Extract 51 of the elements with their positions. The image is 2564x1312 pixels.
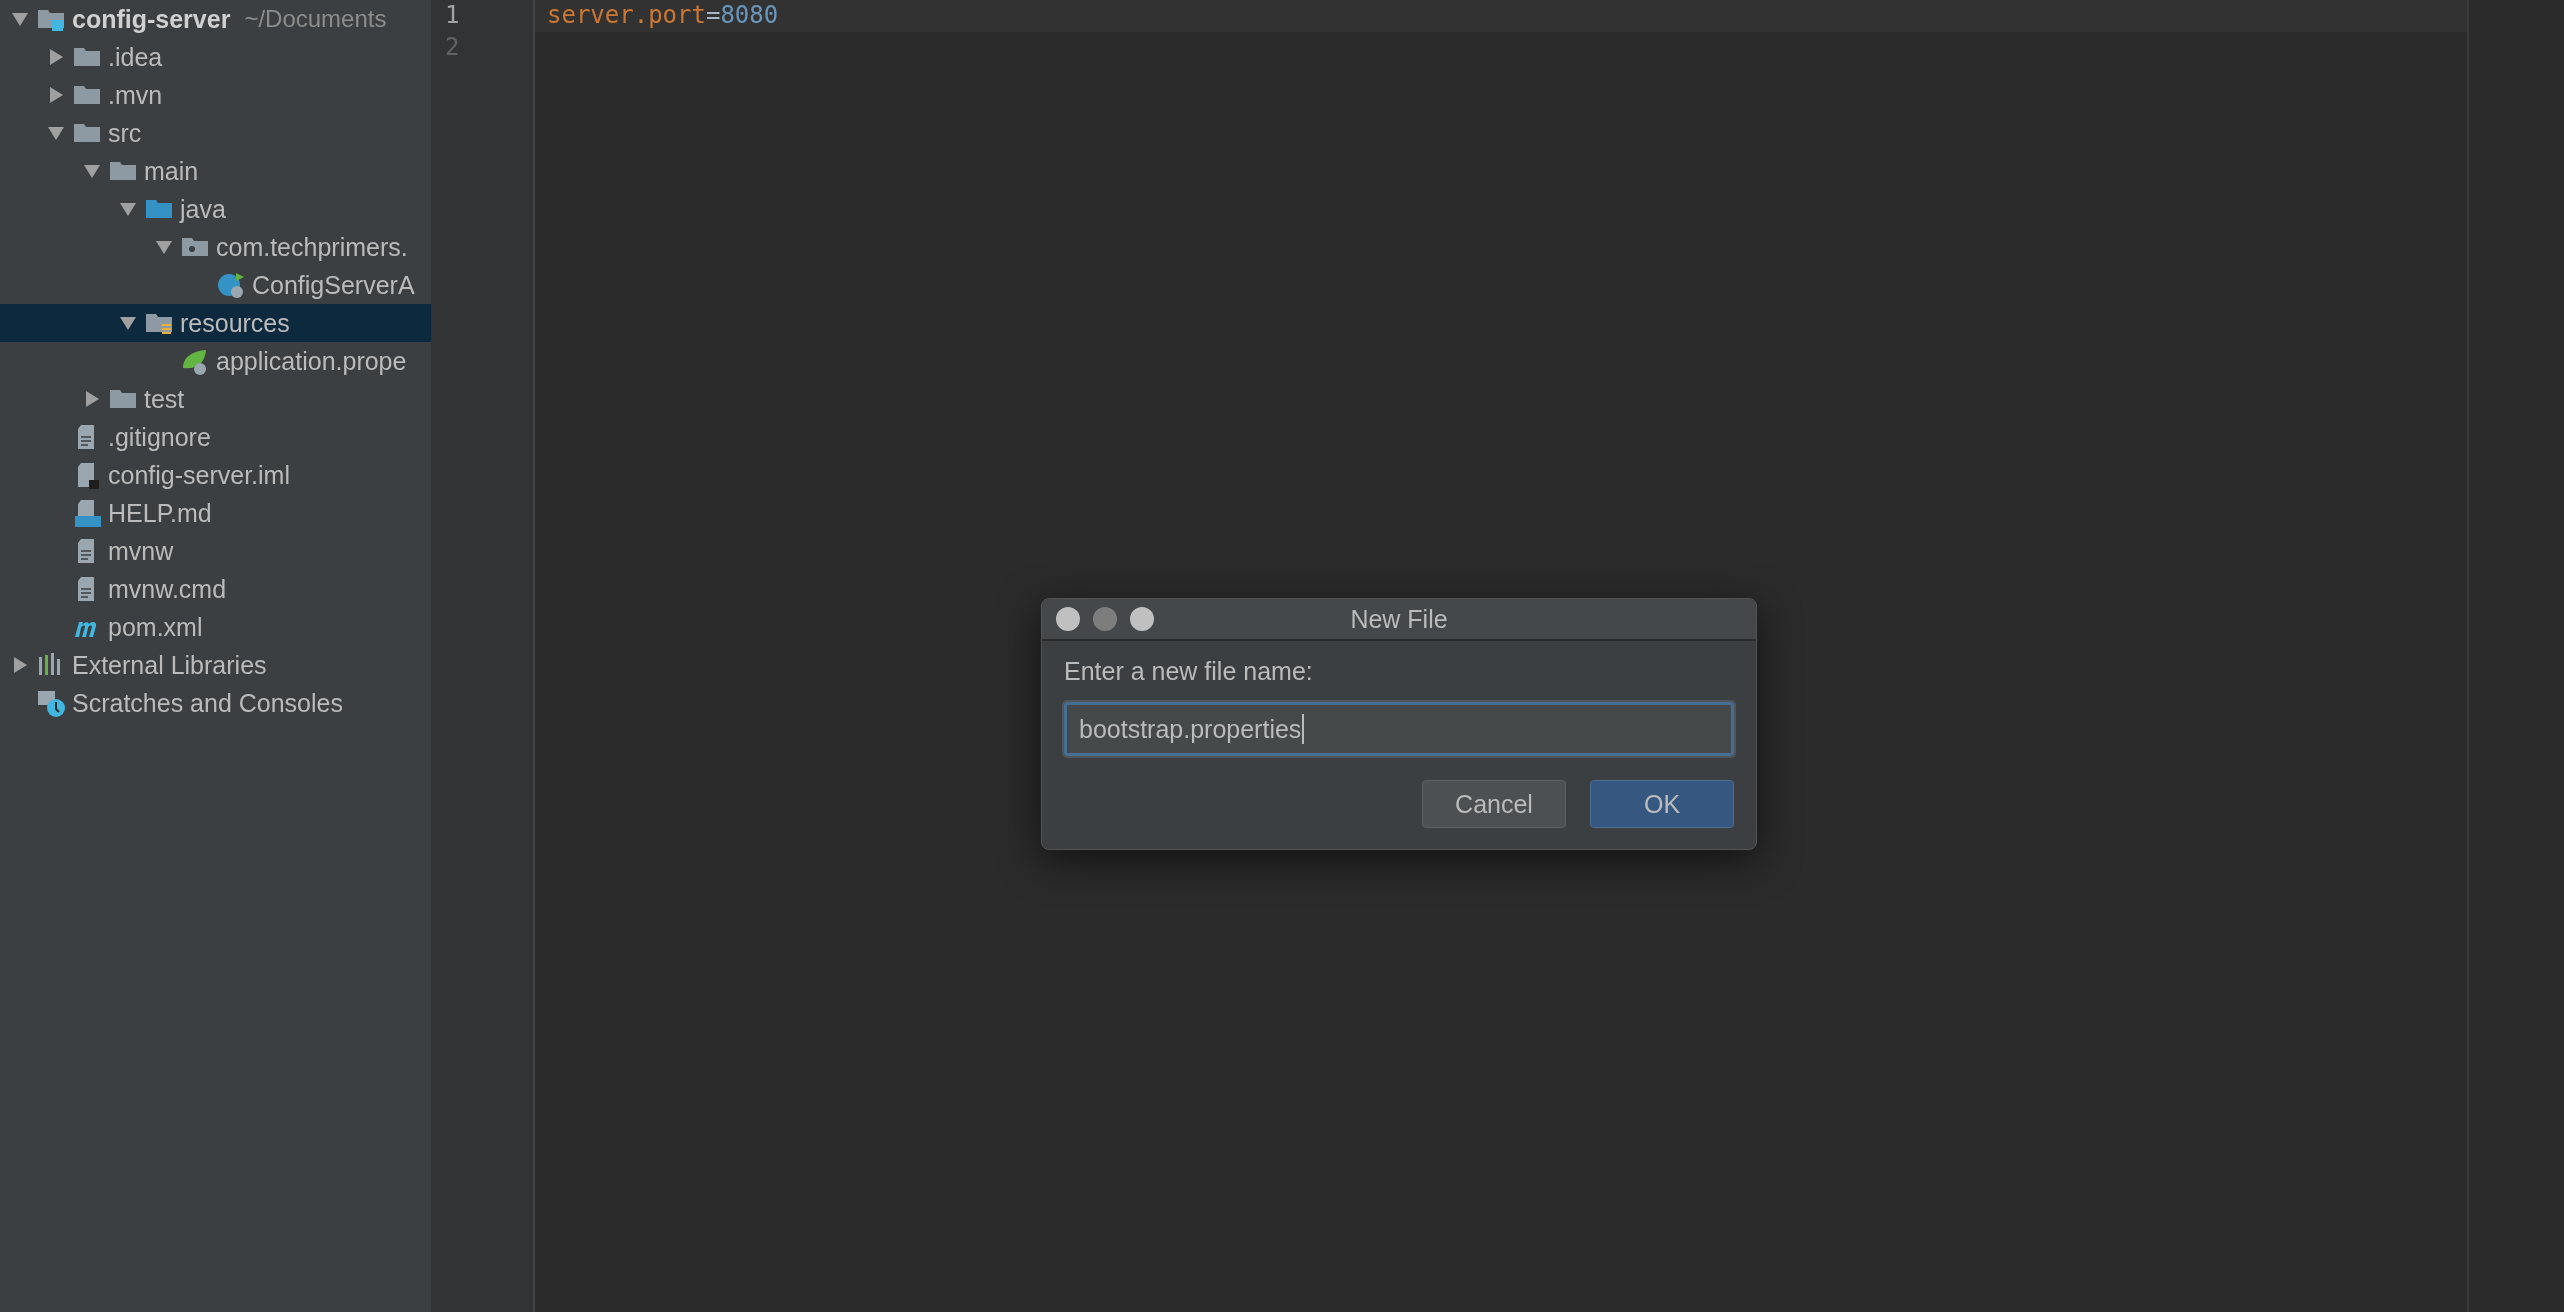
tree-item[interactable]: .gitignore [0, 418, 431, 456]
tree-item-label: Scratches and Consoles [72, 688, 343, 718]
tree-item[interactable]: src [0, 114, 431, 152]
tree-item-label: pom.xml [108, 612, 203, 642]
default-button[interactable]: OK [1590, 780, 1734, 828]
file-name-field[interactable]: bootstrap.properties [1064, 702, 1734, 756]
tree-item[interactable]: .mvn [0, 76, 431, 114]
tree-item[interactable]: External Libraries [0, 646, 431, 684]
line-number: 1 [444, 0, 461, 31]
minimize-window-icon[interactable] [1093, 607, 1117, 631]
prompt-label: Enter a new file name: [1064, 657, 1313, 686]
tree-item[interactable]: Scratches and Consoles [0, 684, 431, 722]
tree-item-label: HELP.md [108, 498, 212, 528]
class-icon [216, 270, 246, 300]
close-window-icon[interactable] [1056, 607, 1080, 631]
zoom-window-icon[interactable] [1130, 607, 1154, 631]
tree-item[interactable]: ConfigServerA [0, 266, 431, 304]
tree-item-label: External Libraries [72, 650, 267, 680]
tree-item[interactable]: pom.xml [0, 608, 431, 646]
tree-item[interactable]: HELP.md [0, 494, 431, 532]
tree-item[interactable]: application.prope [0, 342, 431, 380]
tree-item[interactable]: .idea [0, 38, 431, 76]
tree-item[interactable]: mvnw [0, 532, 431, 570]
tree-item-label: resources [180, 308, 290, 338]
tree-item-label: ConfigServerA [252, 270, 415, 300]
tree-item-label: config-server.iml [108, 460, 290, 490]
tree-item-label: com.techprimers. [216, 232, 408, 262]
tree-item[interactable]: mvnw.cmd [0, 570, 431, 608]
tree-item[interactable]: main [0, 152, 431, 190]
markdown-file-icon [72, 498, 102, 528]
tree-item-label: .mvn [108, 80, 163, 110]
tree-item-label: config-server [72, 4, 231, 34]
tree-item-label: .gitignore [108, 422, 211, 452]
tree-item-label: main [144, 156, 199, 186]
dialog-title: New File [1350, 604, 1448, 634]
tree-item-label: java [180, 194, 226, 224]
tree-item[interactable]: config-server.iml [0, 456, 431, 494]
tree-item-label: application.prope [216, 346, 407, 376]
project-path: ~/Documents [244, 5, 387, 33]
tree-item-label: mvnw.cmd [108, 574, 227, 604]
tree-item[interactable]: com.techprimers. [0, 228, 431, 266]
tree-item[interactable]: java [0, 190, 431, 228]
tree-item[interactable]: config-server ~/Documents [0, 0, 431, 38]
tree-item-label: .idea [108, 42, 163, 72]
tree-item-label: src [108, 118, 142, 148]
tree-item[interactable]: test [0, 380, 431, 418]
tree-item[interactable]: resources [0, 304, 431, 342]
scratches-icon [36, 688, 66, 718]
tree-item-label: test [144, 384, 185, 414]
tree-item-label: mvnw [108, 536, 174, 566]
dialog-button[interactable]: Cancel [1422, 780, 1566, 828]
